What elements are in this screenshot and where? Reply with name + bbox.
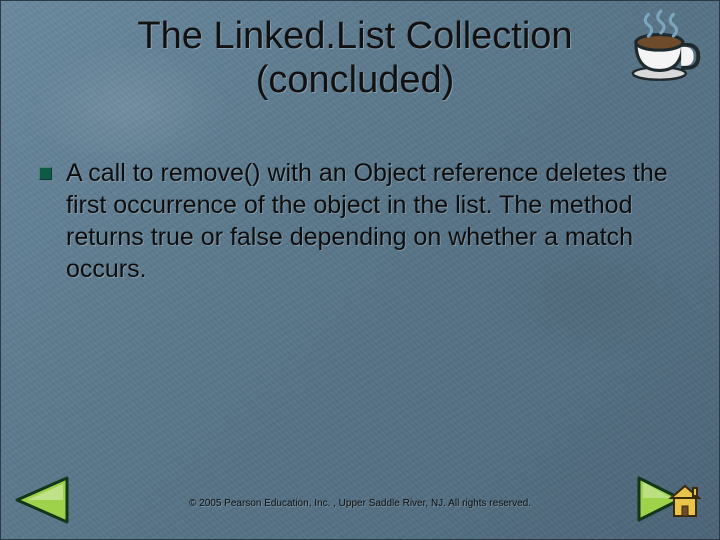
slide: The Linked.List Collection (concluded) A… — [0, 0, 720, 540]
bullet-text: A call to remove() with an Object refere… — [66, 157, 679, 285]
title-line-2: (concluded) — [256, 59, 455, 101]
bullet-list: A call to remove() with an Object refere… — [39, 157, 679, 285]
teacup-icon — [625, 7, 703, 87]
copyright-line: © 2005 Pearson Education, Inc. , Upper S… — [1, 498, 719, 509]
title-line-1: The Linked.List Collection — [137, 15, 572, 57]
slide-title: The Linked.List Collection (concluded) — [81, 15, 629, 102]
bullet-item: A call to remove() with an Object refere… — [39, 157, 679, 285]
bullet-square-icon — [39, 167, 52, 180]
next-home-button[interactable] — [635, 474, 701, 529]
prev-button[interactable] — [13, 476, 69, 529]
